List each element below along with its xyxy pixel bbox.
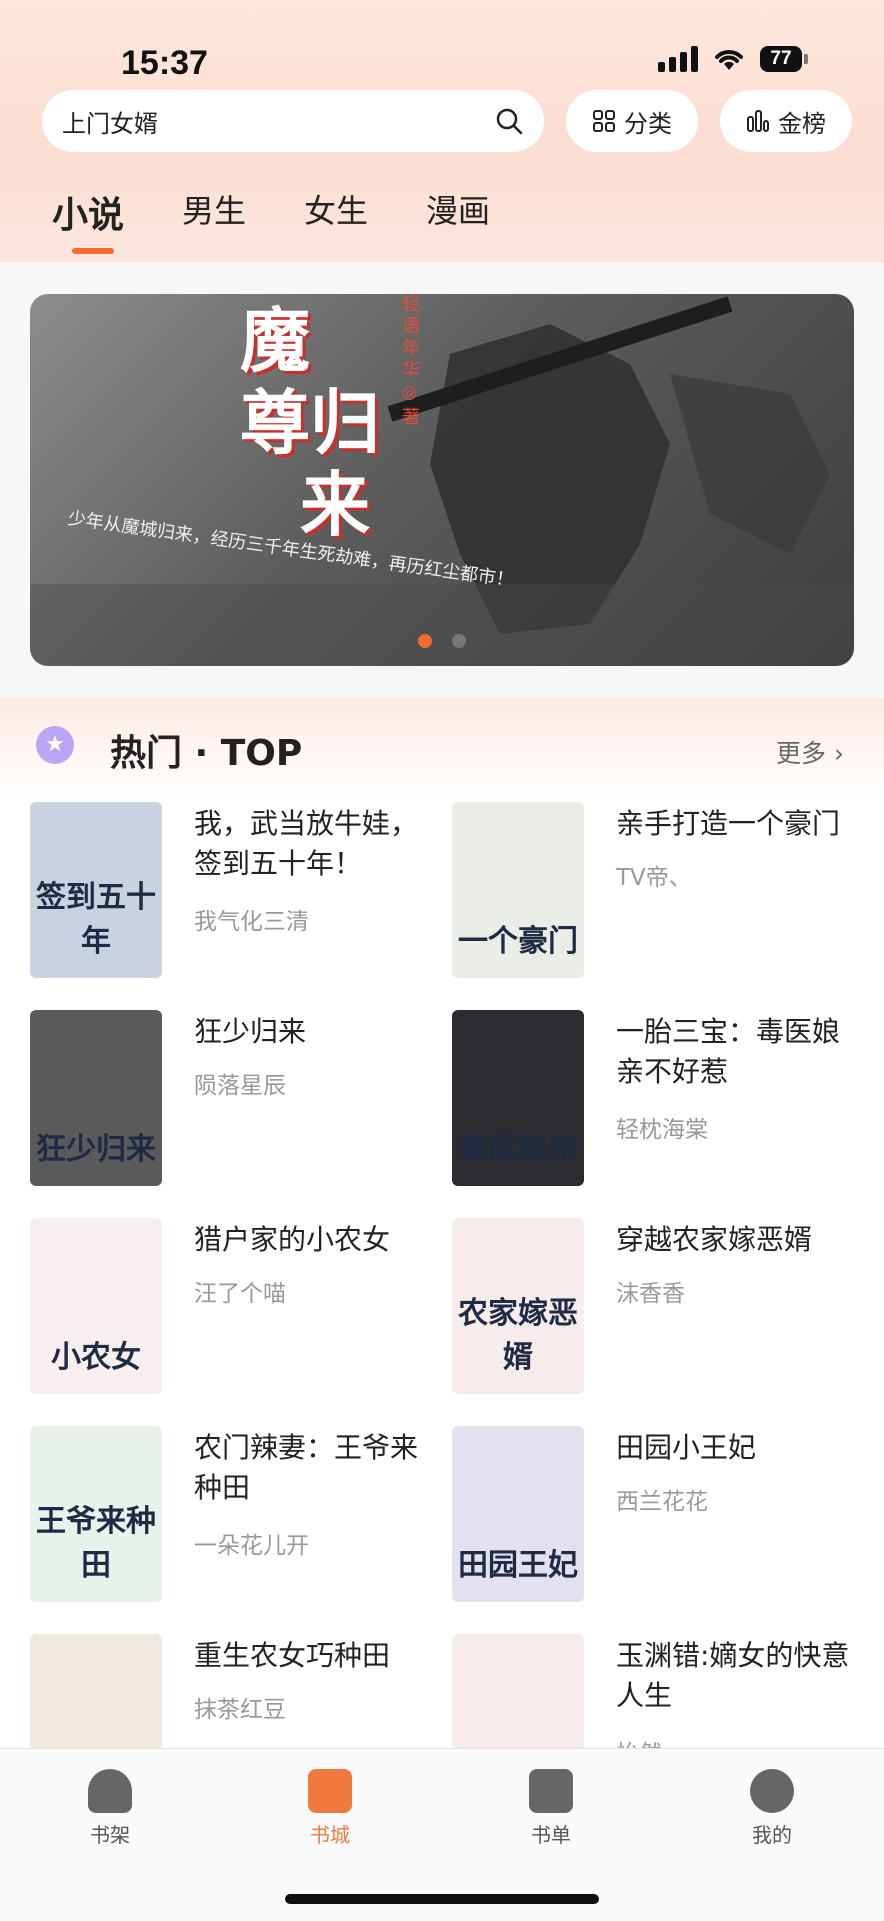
book-item[interactable]: 签到五十年 我，武当放牛娃，签到五十年！ 我气化三清 — [30, 802, 430, 992]
more-label: 更多 — [776, 739, 827, 768]
user-icon — [750, 1769, 794, 1813]
book-title[interactable]: 一胎三宝：毒医娘亲不好惹 — [616, 1012, 852, 1092]
book-cover[interactable]: 毒医娘亲 — [452, 1010, 584, 1186]
category-label: 分类 — [624, 109, 672, 138]
book-author: 抹茶红豆 — [194, 1697, 286, 1723]
book-cover-text: 毒医娘亲 — [458, 1132, 578, 1167]
banner-title-line1: 魔 — [240, 299, 310, 382]
book-icon — [308, 1769, 352, 1813]
banner-section: 魔 尊归 来 轻语年华◎著 少年从魔城归来，经历三千年生死劫难，再历红尘都市！ — [0, 262, 884, 698]
bar-chart-icon — [747, 110, 769, 132]
wifi-icon — [715, 50, 743, 70]
status-time: 15:37 — [121, 44, 208, 82]
more-link[interactable]: 更多 › — [776, 734, 844, 770]
search-icon[interactable] — [494, 106, 524, 136]
search-bar[interactable]: 上门女婿 — [42, 90, 544, 152]
book-cover-text: 田园王妃 — [458, 1548, 578, 1583]
book-title[interactable]: 亲手打造一个豪门 — [616, 804, 852, 844]
nav-bookshelf-label: 书架 — [90, 1823, 130, 1847]
header: 15:37 77 上门女婿 分类 金榜 小说 男生 女生 漫画 — [0, 0, 884, 262]
book-cover[interactable]: 田园王妃 — [452, 1426, 584, 1602]
book-title[interactable]: 穿越农家嫁恶婿 — [616, 1220, 852, 1260]
medal-icon: ★ — [36, 726, 74, 764]
search-text: 上门女婿 — [62, 109, 158, 138]
book-item[interactable]: 狂少归来 狂少归来 陨落星辰 — [30, 1010, 430, 1200]
category-tabs: 小说 男生 女生 漫画 — [52, 186, 490, 254]
book-cover[interactable]: 签到五十年 — [30, 802, 162, 978]
book-title[interactable]: 重生农女巧种田 — [194, 1636, 430, 1676]
book-cover-text: 一个豪门 — [458, 924, 578, 959]
status-icons: 77 — [658, 46, 808, 72]
hot-top-section-header: ★ 热门 · TOP 更多 › — [0, 698, 884, 798]
section-title: 热门 · TOP — [110, 733, 303, 774]
book-author: 西兰花花 — [616, 1489, 708, 1515]
book-cover-text: 签到五十年 — [36, 880, 156, 959]
book-cover[interactable]: 一个豪门 — [452, 802, 584, 978]
book-cover-text: 狂少归来 — [36, 1132, 156, 1167]
book-cover-text: 农家嫁恶婿 — [458, 1296, 578, 1375]
book-author: 我气化三清 — [194, 909, 309, 935]
warrior-illustration — [30, 296, 854, 666]
book-cover-text: 小农女 — [51, 1340, 141, 1375]
nav-bookstore[interactable]: 书城 — [275, 1755, 385, 1848]
book-cover[interactable]: 小农女 — [30, 1218, 162, 1394]
book-item[interactable]: 田园王妃 田园小王妃西兰花花 — [452, 1426, 852, 1616]
nav-booklist[interactable]: 书单 — [496, 1755, 606, 1848]
book-item[interactable]: 小农女 猎户家的小农女汪了个喵 — [30, 1218, 430, 1408]
category-button[interactable]: 分类 — [566, 90, 698, 152]
battery-icon: 77 — [760, 46, 808, 72]
book-item[interactable]: 王爷来种田 农门辣妻：王爷来种田一朵花儿开 — [30, 1426, 430, 1616]
ranking-button[interactable]: 金榜 — [720, 90, 852, 152]
open-book-icon — [529, 1769, 573, 1813]
tab-male[interactable]: 男生 — [182, 186, 246, 238]
nav-profile-label: 我的 — [752, 1823, 792, 1847]
book-title[interactable]: 玉渊错:嫡女的快意人生 — [616, 1636, 852, 1716]
book-author: 汪了个喵 — [194, 1281, 286, 1307]
book-item[interactable]: 毒医娘亲 一胎三宝：毒医娘亲不好惹轻枕海棠 — [452, 1010, 852, 1200]
tab-novel[interactable]: 小说 — [52, 186, 124, 254]
banner-author: 轻语年华◎著 — [399, 294, 420, 429]
book-author: 轻枕海棠 — [616, 1117, 708, 1143]
book-title[interactable]: 农门辣妻：王爷来种田 — [194, 1428, 430, 1508]
book-author: 陨落星辰 — [194, 1073, 286, 1099]
nav-profile[interactable]: 我的 — [717, 1755, 827, 1848]
promo-banner[interactable]: 魔 尊归 来 轻语年华◎著 少年从魔城归来，经历三千年生死劫难，再历红尘都市！ — [30, 294, 854, 666]
book-title[interactable]: 猎户家的小农女 — [194, 1220, 430, 1260]
bookshelf-icon — [88, 1769, 132, 1813]
ranking-label: 金榜 — [778, 109, 826, 138]
banner-title: 魔 尊归 来 — [240, 300, 380, 546]
book-title[interactable]: 我，武当放牛娃，签到五十年！ — [194, 804, 430, 884]
signal-icon — [658, 46, 698, 72]
book-cover[interactable]: 王爷来种田 — [30, 1426, 162, 1602]
banner-pagination — [418, 634, 466, 648]
book-cover[interactable]: 狂少归来 — [30, 1010, 162, 1186]
banner-title-line2: 尊归 — [240, 381, 380, 464]
tab-female[interactable]: 女生 — [304, 186, 368, 238]
pagination-dot[interactable] — [452, 634, 466, 648]
nav-bookstore-label: 书城 — [310, 1823, 350, 1847]
book-cover[interactable]: 农家嫁恶婿 — [452, 1218, 584, 1394]
book-item[interactable]: 农家嫁恶婿 穿越农家嫁恶婿沫香香 — [452, 1218, 852, 1408]
book-title[interactable]: 田园小王妃 — [616, 1428, 852, 1468]
tab-comic[interactable]: 漫画 — [426, 186, 490, 238]
nav-booklist-label: 书单 — [531, 1823, 571, 1847]
book-author: TV帝、 — [616, 865, 692, 891]
book-author: 沫香香 — [616, 1281, 685, 1307]
nav-bookshelf[interactable]: 书架 — [55, 1755, 165, 1848]
book-title[interactable]: 狂少归来 — [194, 1012, 430, 1052]
home-indicator — [285, 1894, 599, 1904]
book-author: 一朵花儿开 — [194, 1533, 309, 1559]
book-item[interactable]: 一个豪门 亲手打造一个豪门 TV帝、 — [452, 802, 852, 992]
pagination-dot-active[interactable] — [418, 634, 432, 648]
book-cover-text: 王爷来种田 — [36, 1504, 156, 1583]
grid-icon — [593, 110, 615, 132]
